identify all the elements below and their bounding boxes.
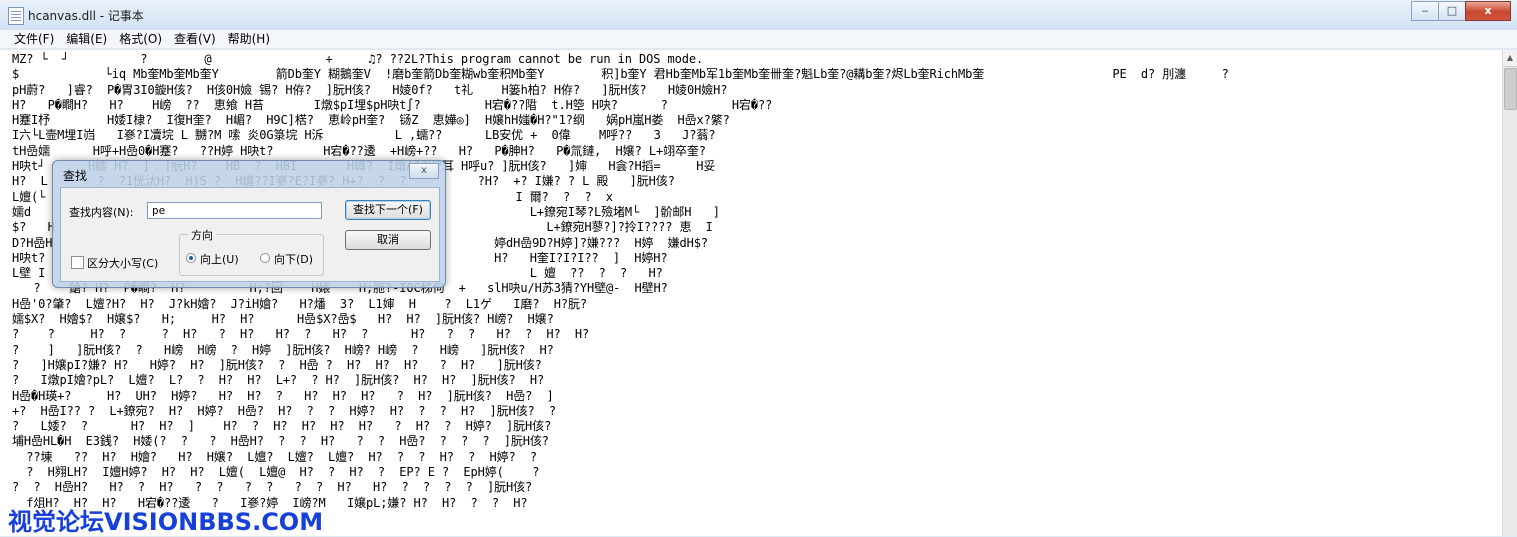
text-editor[interactable]: MZ? └ ┘ ? @ + ♫? ??2L?This program canno…	[0, 50, 1502, 536]
menu-format[interactable]: 格式(O)	[113, 30, 168, 48]
minimize-button[interactable]: ‒	[1411, 1, 1439, 21]
find-what-input[interactable]	[147, 202, 322, 219]
menu-view[interactable]: 查看(V)	[168, 30, 222, 48]
find-next-button[interactable]: 查找下一个(F)	[345, 200, 431, 220]
match-case-checkbox[interactable]	[71, 256, 84, 269]
direction-group-title: 方向	[188, 227, 216, 243]
direction-down-radio[interactable]	[260, 253, 270, 263]
menu-help[interactable]: 帮助(H)	[222, 30, 276, 48]
direction-down-label[interactable]: 向下(D)	[274, 251, 313, 267]
find-dialog-title: 查找	[63, 169, 88, 183]
direction-group: 方向 向上(U) 向下(D)	[179, 227, 324, 276]
find-dialog-body: 查找内容(N): 查找下一个(F) 取消 区分大小写(C) 方向 向上(U) 向…	[60, 187, 440, 282]
direction-up-label[interactable]: 向上(U)	[200, 251, 239, 267]
notepad-icon	[8, 7, 24, 25]
window-title: hcanvas.dll - 记事本	[28, 9, 144, 23]
scroll-up-arrow-icon[interactable]: ▲	[1503, 50, 1517, 67]
direction-up-radio[interactable]	[186, 253, 196, 263]
caption-buttons: ‒ □ x	[1411, 1, 1511, 21]
find-dialog-close-button[interactable]: x	[409, 163, 439, 179]
vertical-scrollbar[interactable]: ▲	[1502, 50, 1517, 536]
menu-edit[interactable]: 编辑(E)	[60, 30, 113, 48]
title-bar[interactable]: hcanvas.dll - 记事本 ‒ □ x	[0, 0, 1517, 30]
match-case-label[interactable]: 区分大小写(C)	[87, 255, 158, 271]
find-what-label: 查找内容(N):	[69, 206, 134, 219]
menu-bar: 文件(F) 编辑(E) 格式(O) 查看(V) 帮助(H)	[0, 30, 1517, 49]
find-dialog: 查找 x 查找内容(N): 查找下一个(F) 取消 区分大小写(C) 方向 向上…	[52, 160, 446, 288]
watermark-text: 视觉论坛VISIONBBS.COM	[8, 508, 324, 536]
close-button[interactable]: x	[1465, 1, 1511, 21]
scroll-thumb[interactable]	[1504, 68, 1517, 110]
maximize-button[interactable]: □	[1438, 1, 1466, 21]
menu-file[interactable]: 文件(F)	[8, 30, 60, 48]
cancel-button[interactable]: 取消	[345, 230, 431, 250]
